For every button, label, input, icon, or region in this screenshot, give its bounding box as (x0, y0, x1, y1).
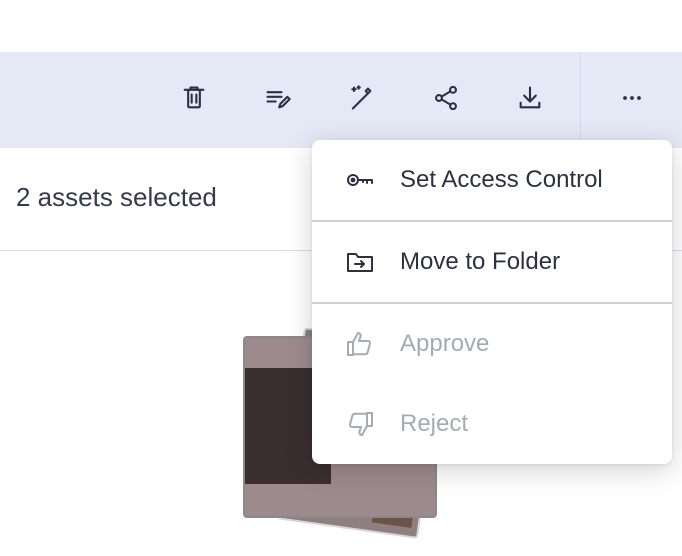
magic-button[interactable] (341, 80, 381, 120)
more-horizontal-icon (618, 84, 646, 117)
edit-metadata-button[interactable] (258, 80, 298, 120)
delete-button[interactable] (174, 80, 214, 120)
toolbar-divider (580, 52, 581, 148)
share-button[interactable] (426, 80, 466, 120)
list-edit-icon (264, 84, 292, 117)
more-actions-menu: Set Access Control Move to Folder Approv… (312, 140, 672, 464)
menu-item-label: Move to Folder (400, 248, 561, 275)
download-button[interactable] (510, 80, 550, 120)
menu-item-label: Set Access Control (400, 166, 603, 193)
thumbs-up-icon (342, 326, 378, 362)
share-icon (432, 84, 460, 117)
trash-icon (180, 84, 208, 117)
menu-item-reject: Reject (312, 384, 672, 464)
menu-item-label: Approve (400, 330, 490, 357)
menu-item-approve: Approve (312, 304, 672, 384)
bulk-action-toolbar (0, 52, 682, 148)
magic-wand-icon (347, 84, 375, 117)
selection-count: 2 assets selected (16, 182, 217, 212)
folder-move-icon (342, 244, 378, 280)
menu-item-move-to-folder[interactable]: Move to Folder (312, 222, 672, 302)
key-icon (342, 162, 378, 198)
thumbs-down-icon (342, 406, 378, 442)
download-icon (516, 84, 544, 117)
menu-item-label: Reject (400, 410, 469, 437)
more-actions-button[interactable] (612, 80, 652, 120)
menu-item-set-access-control[interactable]: Set Access Control (312, 140, 672, 220)
